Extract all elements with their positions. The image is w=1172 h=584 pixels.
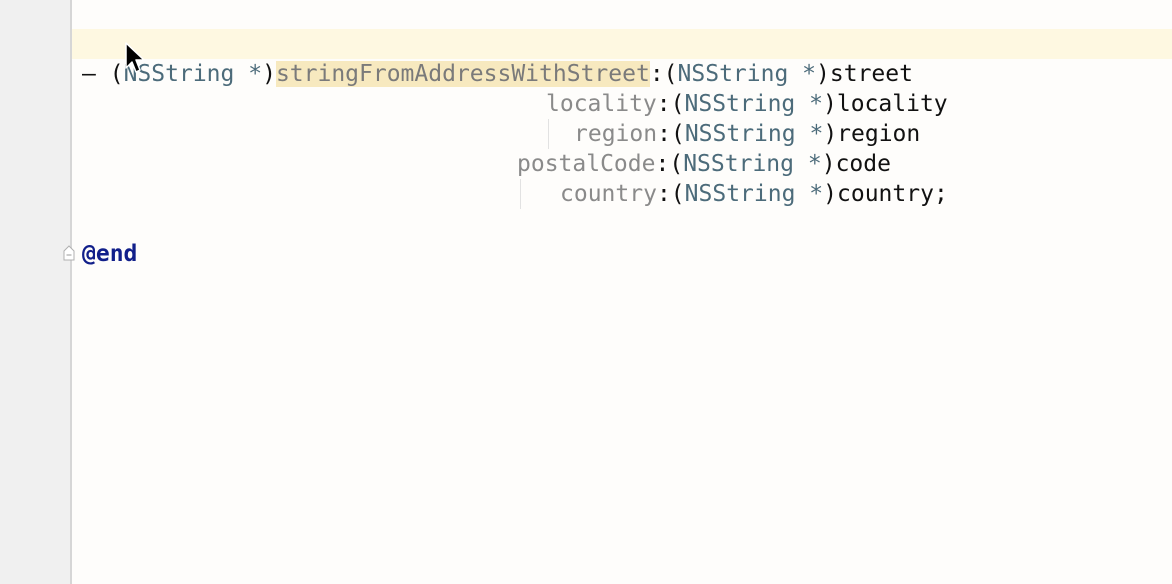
editor-gutter[interactable] <box>0 0 72 584</box>
param-close-paren: ) <box>823 181 838 207</box>
param-close-paren: ) <box>823 121 838 147</box>
param-pointer: * <box>809 181 824 207</box>
param-open-paren: ( <box>663 61 678 87</box>
return-type-open-paren: ( <box>109 61 124 87</box>
selector-colon: : <box>656 181 671 207</box>
param-type: NSString <box>684 181 796 207</box>
param-open-paren: ( <box>670 91 685 117</box>
fold-marker-icon[interactable] <box>63 245 75 261</box>
method-dash: – <box>82 61 96 87</box>
selector-colon: : <box>655 151 670 177</box>
param-type: NSString <box>683 151 794 177</box>
current-line-highlight <box>72 29 1172 59</box>
indent-guide <box>548 119 549 149</box>
param-open-paren: ( <box>670 121 685 147</box>
param-type: NSString <box>684 121 796 147</box>
statement-terminator: ; <box>933 181 948 207</box>
selector-colon: : <box>657 121 671 147</box>
selector-part: locality <box>546 91 657 117</box>
selector-colon: : <box>649 61 664 87</box>
return-type-pointer: * <box>248 61 263 87</box>
mouse-pointer-icon <box>125 42 145 73</box>
param-pointer: * <box>809 91 823 117</box>
indent-guide <box>520 179 521 209</box>
return-type-close-paren: ) <box>262 61 276 87</box>
param-name: code <box>835 151 891 177</box>
param-open-paren: ( <box>670 181 685 207</box>
param-type: NSString <box>684 91 796 117</box>
method-declaration-line-5[interactable]: country:(NSString *)country; <box>560 179 948 209</box>
param-name: locality <box>836 91 948 117</box>
selector-colon: : <box>656 91 671 117</box>
param-close-paren: ) <box>821 151 836 177</box>
selector-part: postalCode <box>517 151 656 177</box>
selector-part: country <box>560 181 657 207</box>
method-declaration-line-3[interactable]: region:(NSString *)region <box>574 119 920 149</box>
param-name: country <box>837 181 934 207</box>
param-open-paren: ( <box>669 151 684 177</box>
code-editor[interactable]: – (NSString *)stringFromAddressWithStree… <box>0 0 1172 584</box>
method-declaration-line-1[interactable]: – (NSString *)stringFromAddressWithStree… <box>82 59 913 89</box>
param-pointer: * <box>802 61 817 87</box>
selector-part: region <box>574 121 658 147</box>
param-close-paren: ) <box>816 61 830 87</box>
method-declaration-line-4[interactable]: postalCode:(NSString *)code <box>517 149 891 179</box>
param-name: region <box>837 121 921 147</box>
param-type: NSString <box>677 61 789 87</box>
end-directive: @end <box>82 241 138 267</box>
param-pointer: * <box>809 121 824 147</box>
end-directive-line[interactable]: @end <box>82 239 137 269</box>
method-name[interactable]: stringFromAddressWithStreet <box>275 61 650 87</box>
param-pointer: * <box>807 151 822 177</box>
param-name: street <box>829 61 913 87</box>
param-close-paren: ) <box>823 91 837 117</box>
method-declaration-line-2[interactable]: locality:(NSString *)locality <box>546 89 948 119</box>
